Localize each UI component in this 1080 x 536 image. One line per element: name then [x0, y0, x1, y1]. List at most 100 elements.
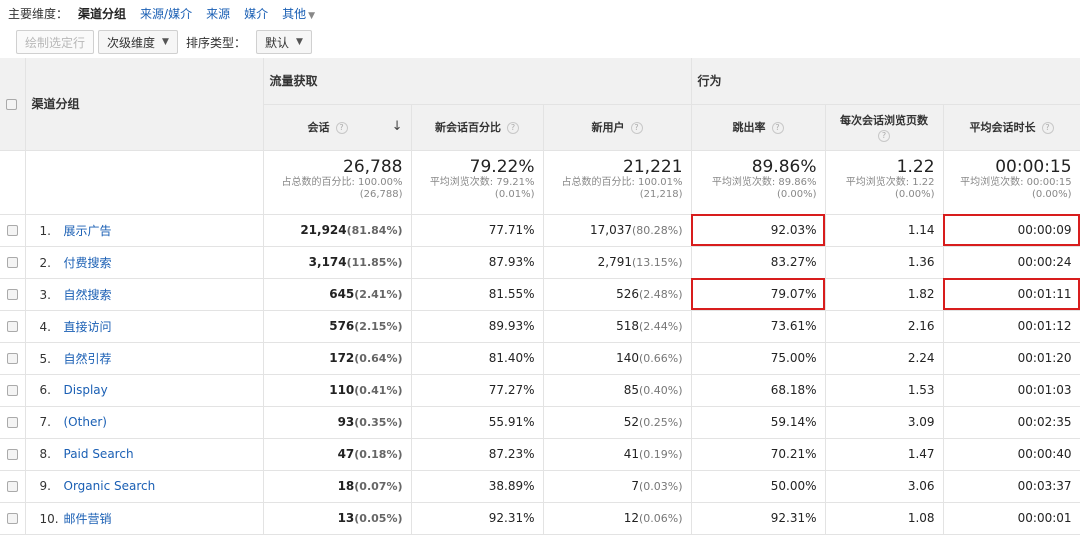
- dimension-channel-group[interactable]: 渠道分组: [78, 5, 126, 22]
- channel-link[interactable]: 直接访问: [64, 320, 112, 334]
- help-icon[interactable]: ?: [1041, 122, 1054, 134]
- row-checkbox[interactable]: [6, 449, 18, 460]
- row-index: 4.: [39, 319, 51, 334]
- help-icon[interactable]: ?: [630, 122, 643, 134]
- header-new-users[interactable]: 新用户?: [543, 104, 692, 151]
- bounce-rate-cell: 79.07%: [691, 278, 826, 311]
- total-value: 21,221: [623, 156, 683, 177]
- dimension-medium-link[interactable]: 媒介: [244, 5, 268, 22]
- row-checkbox[interactable]: [6, 321, 18, 332]
- total-sub: 平均浏览次数: 00:00:15: [960, 176, 1072, 188]
- sessions-value: 645: [329, 287, 355, 301]
- help-icon[interactable]: ?: [878, 130, 891, 142]
- channel-link[interactable]: Paid Search: [64, 447, 134, 461]
- sort-desc-arrow-icon[interactable]: ↓: [392, 119, 403, 134]
- bounce-rate-cell: 59.14%: [691, 406, 826, 439]
- secondary-dimension-dropdown[interactable]: 次级维度 ▼: [98, 30, 178, 54]
- avg-duration-cell: 00:01:20: [943, 342, 1080, 375]
- sort-type-dropdown[interactable]: 默认 ▼: [255, 30, 312, 54]
- row-index: 5.: [39, 351, 51, 366]
- table-row: 1. 展示广告 21,924(81.84%) 77.71% 17,037(80.2…: [0, 214, 1080, 247]
- help-icon[interactable]: ?: [771, 122, 784, 134]
- header-new-sessions[interactable]: 新会话百分比?: [411, 104, 544, 151]
- total-sub: (21,218): [639, 188, 683, 200]
- total-new-users: 21,221 占总数的百分比: 100.01% (21,218): [543, 150, 692, 215]
- channel-link[interactable]: 自然引荐: [64, 352, 112, 366]
- row-index: 8.: [39, 447, 51, 461]
- channel-link[interactable]: (Other): [64, 415, 107, 429]
- total-avg-duration: 00:00:15 平均浏览次数: 00:00:15 (0.00%): [943, 150, 1080, 215]
- row-checkbox[interactable]: [6, 225, 18, 236]
- row-index: 3.: [39, 287, 51, 302]
- header-pages-per-session[interactable]: 每次会话浏览页数?: [825, 104, 944, 151]
- row-select-cell: [0, 214, 26, 247]
- row-checkbox[interactable]: [6, 257, 18, 268]
- chevron-down-icon: ▼: [295, 37, 303, 47]
- header-bounce-rate-label: 跳出率: [732, 121, 766, 134]
- channel-link[interactable]: 邮件营销: [64, 512, 112, 526]
- dimension-source-medium-link[interactable]: 来源/媒介: [140, 5, 192, 22]
- header-new-sessions-label: 新会话百分比: [435, 121, 501, 134]
- total-sessions: 26,788 占总数的百分比: 100.00% (26,788): [263, 150, 412, 215]
- totals-spacer: [0, 150, 26, 215]
- channel-link[interactable]: Organic Search: [64, 479, 156, 493]
- channel-link[interactable]: 付费搜索: [64, 256, 112, 270]
- total-sub: 占总数的百分比: 100.01%: [561, 176, 683, 188]
- total-sub: 平均浏览次数: 89.86%: [711, 176, 817, 188]
- select-all-checkbox[interactable]: [6, 98, 17, 110]
- new-sessions-cell: 87.23%: [411, 438, 544, 471]
- header-avg-duration[interactable]: 平均会话时长?: [943, 104, 1080, 151]
- row-checkbox[interactable]: [6, 417, 18, 428]
- new-sessions-cell: 81.55%: [411, 278, 544, 311]
- dimension-source-link[interactable]: 来源: [206, 5, 230, 22]
- bounce-rate-cell: 83.27%: [691, 246, 826, 279]
- sessions-percent: (2.15%): [354, 320, 403, 333]
- sessions-percent: (0.18%): [354, 448, 403, 461]
- select-all-cell: [0, 58, 26, 151]
- sessions-cell: 93(0.35%): [263, 406, 412, 439]
- row-checkbox[interactable]: [6, 353, 18, 364]
- new-users-value: 518: [616, 319, 639, 333]
- pages-per-session-cell: 2.16: [825, 310, 944, 343]
- new-users-cell: 85(0.40%): [543, 374, 692, 407]
- new-users-value: 526: [616, 287, 639, 301]
- secondary-dimension-label: 次级维度: [107, 35, 156, 50]
- header-sessions[interactable]: 会话? ↓: [263, 104, 412, 151]
- channel-link[interactable]: Display: [64, 383, 108, 397]
- channel-cell: 6. Display: [25, 374, 264, 407]
- chevron-down-icon: ▼: [162, 37, 169, 47]
- pages-per-session-cell: 1.08: [825, 502, 944, 535]
- new-users-cell: 7(0.03%): [543, 470, 692, 503]
- row-checkbox[interactable]: [6, 513, 18, 524]
- row-select-cell: [0, 246, 26, 279]
- new-users-cell: 41(0.19%): [543, 438, 692, 471]
- dimension-other-dropdown[interactable]: 其他 ▼: [282, 5, 315, 22]
- channel-cell: 9. Organic Search: [25, 470, 264, 503]
- row-checkbox[interactable]: [6, 289, 18, 300]
- header-channel-group[interactable]: 渠道分组: [25, 58, 264, 151]
- sort-type-value: 默认: [264, 35, 289, 50]
- sessions-value: 47: [337, 447, 355, 461]
- header-bounce-rate[interactable]: 跳出率?: [691, 104, 826, 151]
- total-sub: 占总数的百分比: 100.00%: [281, 176, 403, 188]
- pages-per-session-cell: 3.06: [825, 470, 944, 503]
- channel-link[interactable]: 展示广告: [64, 224, 112, 238]
- channel-link[interactable]: 自然搜索: [64, 288, 112, 302]
- row-checkbox[interactable]: [6, 481, 18, 492]
- header-new-users-label: 新用户: [591, 121, 625, 134]
- bounce-rate-cell: 70.21%: [691, 438, 826, 471]
- channel-cell: 5. 自然引荐: [25, 342, 264, 375]
- avg-duration-cell: 00:01:12: [943, 310, 1080, 343]
- bounce-rate-cell: 68.18%: [691, 374, 826, 407]
- table-row: 10. 邮件营销 13(0.05%) 92.31% 12(0.06%) 92.31…: [0, 502, 1080, 535]
- row-checkbox[interactable]: [6, 385, 18, 396]
- help-icon[interactable]: ?: [335, 122, 348, 134]
- primary-dimension-bar: 主要维度： 渠道分组 来源/媒介 来源 媒介 其他 ▼: [0, 0, 1080, 26]
- new-users-percent: (0.40%): [639, 384, 683, 397]
- row-select-cell: [0, 406, 26, 439]
- channel-cell: 8. Paid Search: [25, 438, 264, 471]
- plot-rows-button[interactable]: 绘制选定行: [16, 30, 95, 54]
- sessions-cell: 172(0.64%): [263, 342, 412, 375]
- row-select-cell: [0, 342, 26, 375]
- help-icon[interactable]: ?: [507, 122, 519, 134]
